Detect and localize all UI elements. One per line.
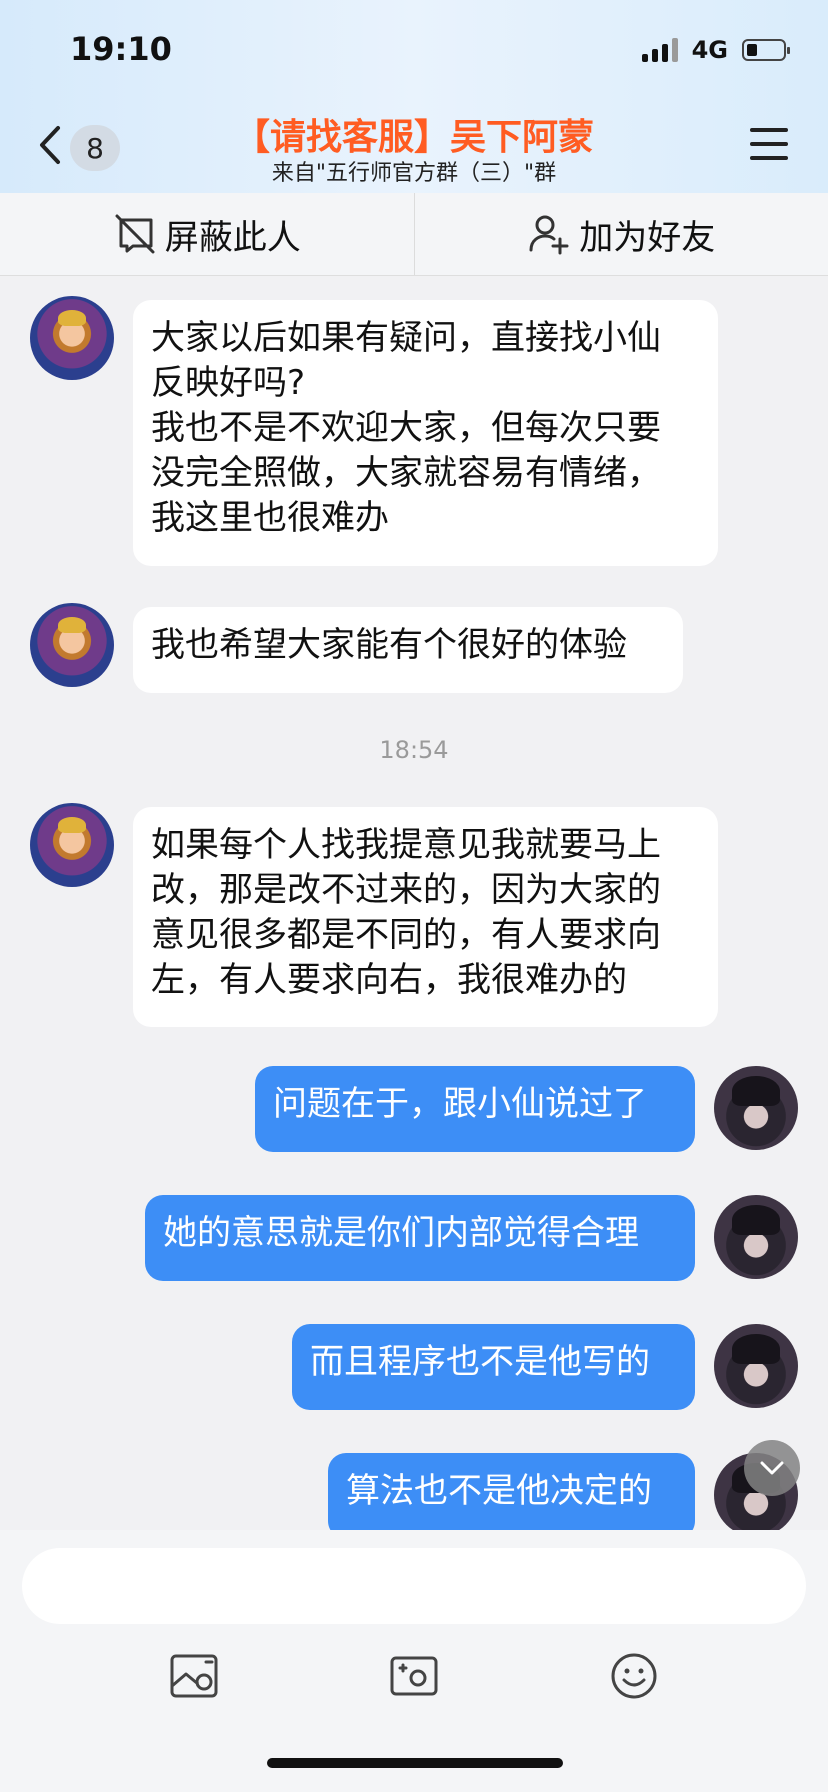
page-subtitle: 来自"五行师官方群（三）"群 (271, 161, 557, 186)
home-indicator[interactable] (267, 1758, 563, 1768)
image-button[interactable] (166, 1648, 222, 1704)
avatar[interactable] (714, 1324, 798, 1408)
header: 19:10 4G 8 【请找客服】吴下阿蒙 来自"五行师官方群（三）"群 (0, 0, 828, 193)
chat-area[interactable]: 大家以后如果有疑问，直接找小仙 反映好吗? 我也不是不欢迎大家，但每次只要 没完… (0, 276, 828, 1530)
network-type: 4G (691, 36, 728, 64)
input-area (0, 1530, 828, 1792)
block-user-label: 屏蔽此人 (164, 217, 301, 258)
block-user-icon (115, 214, 155, 254)
block-user-button[interactable]: 屏蔽此人 (0, 193, 414, 275)
message-input[interactable] (22, 1548, 806, 1624)
message-bubble[interactable]: 我也希望大家能有个很好的体验 (133, 607, 683, 693)
add-user-icon (529, 215, 569, 255)
timestamp-separator: 18:54 (379, 736, 449, 764)
page-title: 【请找客服】吴下阿蒙 (233, 117, 594, 158)
hamburger-menu-icon[interactable] (750, 128, 788, 162)
message-bubble[interactable]: 问题在于，跟小仙说过了 (255, 1066, 695, 1152)
status-indicators: 4G (641, 36, 790, 64)
avatar[interactable] (30, 296, 114, 380)
message-bubble[interactable]: 算法也不是他决定的 (328, 1453, 695, 1530)
scroll-down-button[interactable] (744, 1440, 800, 1496)
add-friend-label: 加为好友 (579, 217, 716, 258)
avatar[interactable] (714, 1195, 798, 1279)
message-bubble[interactable]: 大家以后如果有疑问，直接找小仙 反映好吗? 我也不是不欢迎大家，但每次只要 没完… (133, 300, 718, 566)
message-bubble[interactable]: 她的意思就是你们内部觉得合理 (145, 1195, 695, 1281)
avatar[interactable] (30, 603, 114, 687)
camera-icon (390, 1656, 438, 1696)
add-friend-button[interactable]: 加为好友 (413, 193, 828, 275)
image-icon (170, 1654, 218, 1698)
action-bar: 屏蔽此人 加为好友 (0, 193, 828, 276)
signal-icon (641, 38, 678, 62)
emoji-icon (611, 1653, 657, 1699)
message-bubble[interactable]: 而且程序也不是他写的 (292, 1324, 695, 1410)
camera-button[interactable] (386, 1648, 442, 1704)
message-bubble[interactable]: 如果每个人找我提意见我就要马上 改，那是改不过来的，因为大家的 意见很多都是不同… (133, 807, 718, 1027)
emoji-button[interactable] (606, 1648, 662, 1704)
chevron-down-icon (760, 1461, 784, 1475)
avatar[interactable] (30, 803, 114, 887)
avatar[interactable] (714, 1066, 798, 1150)
status-time: 19:10 (70, 30, 172, 68)
battery-icon (742, 39, 790, 61)
